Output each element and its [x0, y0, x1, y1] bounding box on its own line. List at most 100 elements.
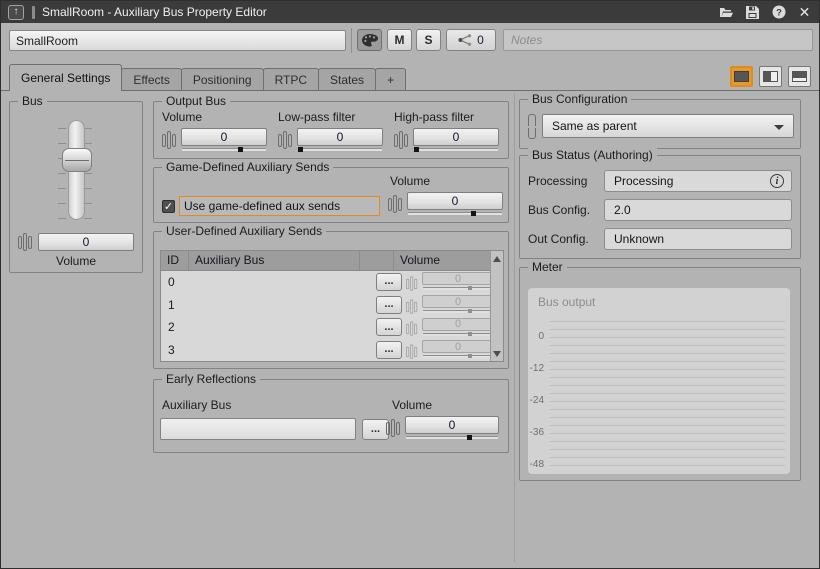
browse-aux-bus-button[interactable]: ... — [376, 273, 402, 291]
table-scrollbar[interactable] — [490, 251, 503, 361]
output-volume-value[interactable]: 0 — [181, 128, 267, 146]
row-id: 2 — [161, 320, 188, 334]
rtpc-indicator-icon[interactable] — [388, 192, 405, 216]
bus-group-title: Bus — [18, 94, 47, 108]
bus-status-group: Bus Status (Authoring) Processing Proces… — [519, 155, 801, 259]
meter-tick-label: -12 — [528, 363, 544, 374]
link-indicator-icon[interactable] — [528, 114, 536, 139]
bus-volume-value[interactable]: 0 — [38, 233, 134, 251]
color-palette-button[interactable] — [357, 29, 382, 51]
tab-states[interactable]: States — [318, 68, 376, 91]
highpass-filter-label: High-pass filter — [394, 110, 499, 124]
row-volume-minislider — [422, 285, 494, 291]
chevron-down-icon — [774, 125, 784, 130]
bus-configuration-dropdown[interactable]: Same as parent — [542, 114, 794, 138]
pin-arrow-glyph: ↑ — [14, 7, 19, 17]
rtpc-indicator-icon[interactable] — [278, 128, 295, 152]
rtpc-indicator-icon — [406, 342, 418, 358]
open-folder-icon[interactable] — [719, 5, 734, 19]
column-header-auxiliary-bus[interactable]: Auxiliary Bus — [188, 251, 359, 270]
tab-add-button[interactable]: + — [375, 68, 406, 91]
rtpc-indicator-icon[interactable] — [386, 416, 403, 440]
bus-configuration-group: Bus Configuration Same as parent — [519, 99, 801, 149]
column-header-browse[interactable] — [359, 251, 393, 270]
out-config-value: Unknown — [604, 228, 792, 250]
highpass-filter-minislider[interactable] — [413, 146, 499, 153]
column-header-volume[interactable]: Volume — [393, 251, 490, 270]
meter-tick-label: -24 — [528, 395, 544, 406]
float-pin-icon[interactable]: ↑ — [8, 5, 24, 20]
highpass-filter-value[interactable]: 0 — [413, 128, 499, 146]
tab-rtpc[interactable]: RTPC — [263, 68, 319, 91]
table-row[interactable]: 2 ... 0 — [161, 316, 503, 339]
row-id: 0 — [161, 275, 188, 289]
lowpass-filter-label: Low-pass filter — [278, 110, 383, 124]
rtpc-indicator-icon[interactable] — [162, 128, 179, 152]
meter-scale: 0 -12 -24 -36 -48 — [528, 288, 546, 474]
user-defined-group-title: User-Defined Auxiliary Sends — [162, 224, 326, 238]
object-name-input[interactable] — [9, 30, 346, 51]
help-icon[interactable]: ? — [771, 5, 786, 19]
browse-aux-bus-button[interactable]: ... — [376, 318, 402, 336]
notes-input[interactable] — [503, 29, 813, 51]
meter-tick-label: -48 — [528, 459, 544, 470]
browse-aux-bus-button[interactable]: ... — [376, 296, 402, 314]
pane-splitter[interactable] — [514, 93, 515, 562]
column-header-id[interactable]: ID — [161, 251, 188, 270]
split-vertical-icon — [763, 71, 778, 82]
table-row[interactable]: 1 ... 0 — [161, 293, 503, 316]
user-defined-aux-sends-group: User-Defined Auxiliary Sends ID Auxiliar… — [153, 231, 509, 369]
close-icon[interactable]: ✕ — [797, 5, 812, 19]
lowpass-filter-minislider[interactable] — [297, 146, 383, 153]
out-config-label: Out Config. — [528, 232, 604, 246]
er-volume-minislider[interactable] — [405, 434, 499, 441]
scroll-down-icon[interactable] — [491, 347, 503, 360]
row-volume-value: 0 — [422, 340, 494, 353]
browse-aux-bus-button[interactable]: ... — [376, 341, 402, 359]
tab-general-settings[interactable]: General Settings — [9, 64, 122, 91]
toolbar-separator — [351, 28, 352, 53]
aux-sends-table-header: ID Auxiliary Bus Volume — [161, 251, 503, 271]
row-volume-minislider — [422, 308, 494, 314]
table-row[interactable]: 0 ... 0 — [161, 271, 503, 294]
row-volume-minislider — [422, 353, 494, 359]
output-volume-minislider[interactable] — [181, 146, 267, 153]
lowpass-filter-value[interactable]: 0 — [297, 128, 383, 146]
tab-positioning[interactable]: Positioning — [181, 68, 264, 91]
game-defined-group-title: Game-Defined Auxiliary Sends — [162, 160, 333, 174]
toolbar: M S 0 — [1, 23, 819, 59]
er-volume-value[interactable]: 0 — [405, 416, 499, 434]
titlebar[interactable]: ↑ SmallRoom - Auxiliary Bus Property Edi… — [1, 1, 819, 23]
mute-button[interactable]: M — [387, 29, 412, 51]
tabbar: General Settings Effects Positioning RTP… — [1, 61, 819, 91]
bus-configuration-group-title: Bus Configuration — [528, 92, 631, 106]
game-defined-volume-value[interactable]: 0 — [407, 192, 503, 210]
tab-effects[interactable]: Effects — [121, 68, 181, 91]
layout-split-horizontal-button[interactable] — [788, 66, 811, 87]
bus-volume-slider-knob[interactable] — [62, 148, 92, 172]
rtpc-indicator-icon[interactable] — [18, 230, 35, 254]
svg-text:?: ? — [776, 7, 782, 18]
row-id: 3 — [161, 343, 188, 357]
use-game-defined-checkbox[interactable]: ✓ — [162, 200, 175, 213]
rtpc-indicator-icon — [406, 297, 418, 313]
row-volume-value: 0 — [422, 272, 494, 285]
layout-single-pane-button[interactable] — [730, 66, 753, 87]
info-icon[interactable]: i — [770, 174, 784, 188]
layout-split-vertical-button[interactable] — [759, 66, 782, 87]
use-game-defined-checkbox-label[interactable]: Use game-defined aux sends — [179, 196, 380, 216]
save-icon[interactable] — [745, 5, 760, 19]
rtpc-indicator-icon[interactable] — [394, 128, 411, 152]
shareset-count: 0 — [477, 33, 484, 47]
slider-ticks-right — [84, 128, 92, 220]
er-browse-aux-bus-button[interactable]: ... — [362, 419, 389, 440]
scroll-up-icon[interactable] — [491, 252, 503, 265]
solo-label: S — [424, 33, 432, 47]
solo-button[interactable]: S — [416, 29, 441, 51]
game-defined-volume-minislider[interactable] — [407, 210, 503, 217]
sharesets-button[interactable]: 0 — [446, 29, 496, 51]
meter-tick-label: 0 — [528, 331, 544, 342]
er-aux-bus-field[interactable] — [160, 418, 356, 440]
table-row[interactable]: 3 ... 0 — [161, 338, 503, 361]
bus-status-group-title: Bus Status (Authoring) — [528, 148, 657, 162]
